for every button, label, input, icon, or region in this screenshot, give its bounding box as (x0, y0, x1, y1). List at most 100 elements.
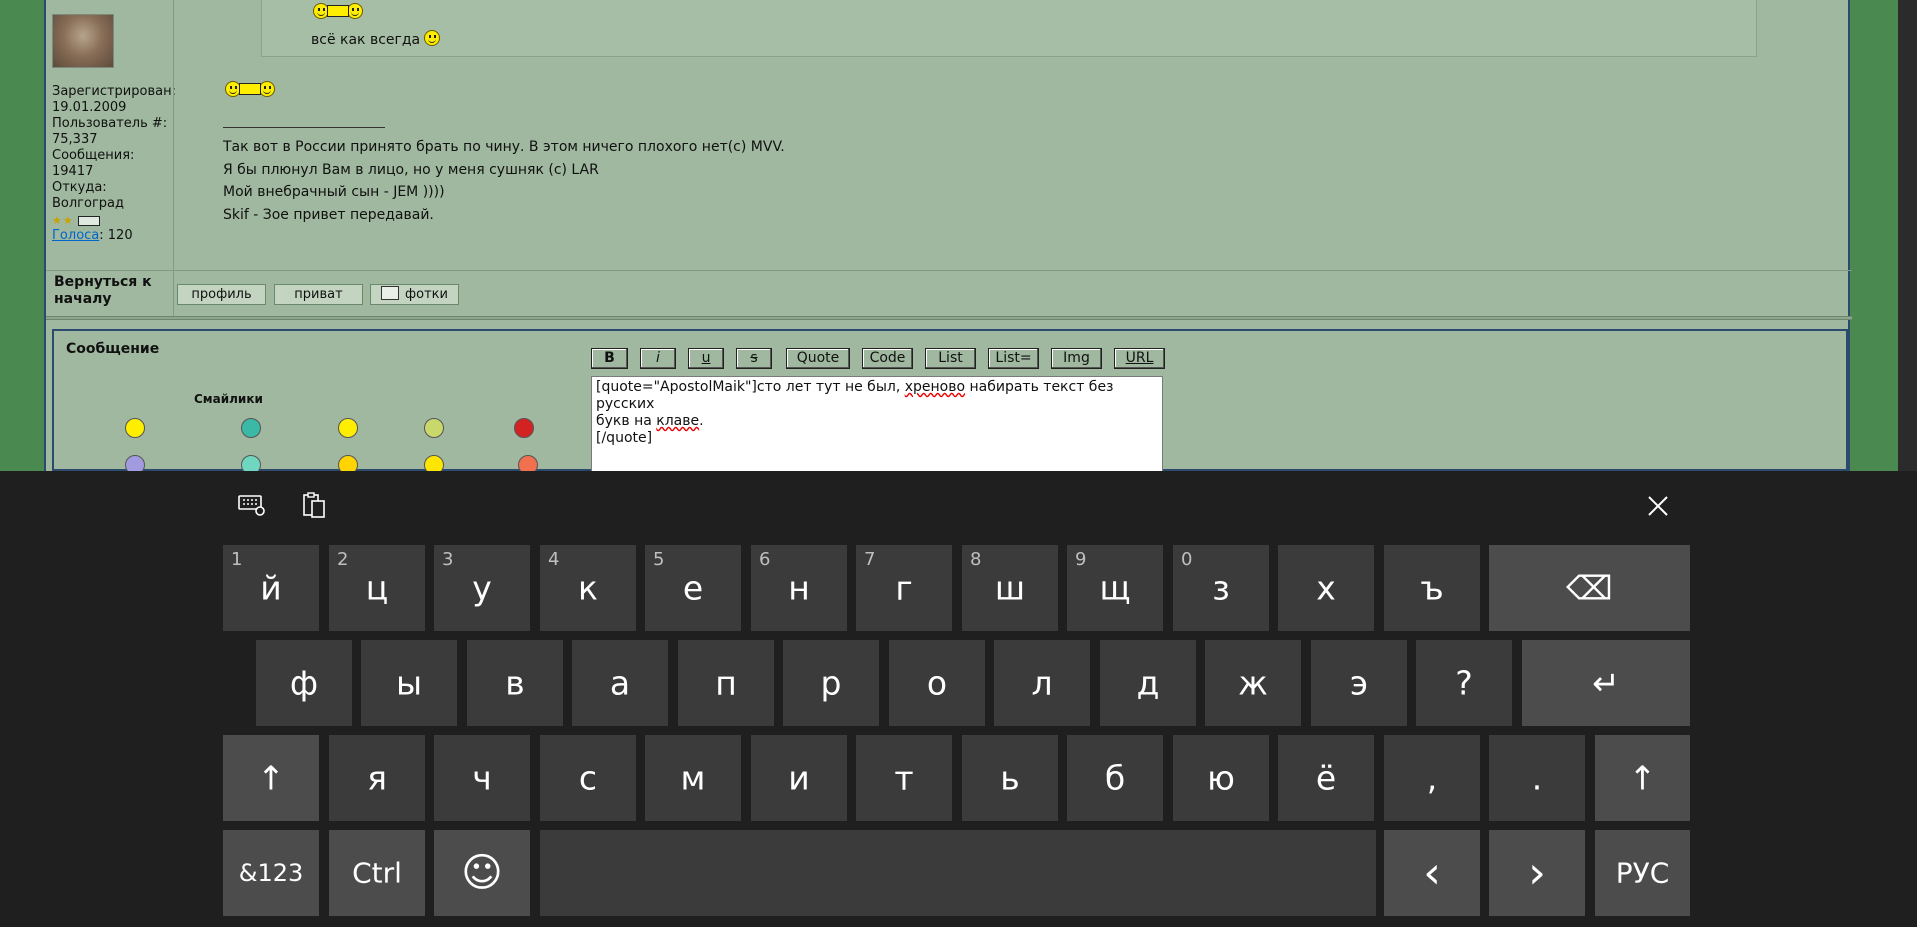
key-р[interactable]: р (783, 640, 879, 726)
key-period[interactable]: . (1489, 735, 1585, 821)
key-с[interactable]: с (540, 735, 636, 821)
photos-button-label: фотки (405, 287, 448, 302)
url-button[interactable]: URL (1114, 348, 1165, 369)
key-е[interactable]: 5е (645, 545, 741, 631)
left-arrow-key[interactable]: ‹ (1384, 830, 1480, 916)
key-у[interactable]: 3у (434, 545, 530, 631)
shift-key-right[interactable]: ↑ (1595, 735, 1690, 821)
angry-smiley-icon[interactable] (514, 418, 534, 438)
key-т[interactable]: т (856, 735, 952, 821)
signature-line: Я бы плюнул Вам в лицо, но у меня сушняк… (223, 161, 599, 178)
close-icon[interactable] (1647, 495, 1669, 517)
quote-block (261, 0, 1757, 57)
key-х[interactable]: х (1278, 545, 1374, 631)
ordered-list-button[interactable]: List= (988, 348, 1039, 369)
emoji-key[interactable]: ☺ (434, 830, 530, 916)
forum-page: Зарегистрирован: 19.01.2009 Пользователь… (0, 0, 1917, 471)
private-message-button[interactable]: приват (274, 284, 363, 305)
surprised-smiley-icon[interactable] (125, 455, 145, 471)
symbols-key[interactable]: &123 (223, 830, 319, 916)
chevron-left-icon: ‹ (1423, 847, 1441, 899)
smiley-icon[interactable] (125, 418, 145, 438)
key-ъ[interactable]: ъ (1384, 545, 1480, 631)
key-щ[interactable]: 9щ (1067, 545, 1163, 631)
right-arrow-key[interactable]: › (1489, 830, 1585, 916)
key-э[interactable]: э (1311, 640, 1407, 726)
key-о[interactable]: о (889, 640, 985, 726)
key-ш[interactable]: 8ш (962, 545, 1058, 631)
grin-smiley-icon[interactable] (241, 418, 261, 438)
text-segment: . (699, 413, 704, 429)
key-й[interactable]: 1й (223, 545, 319, 631)
cool-smiley-icon[interactable] (338, 455, 358, 471)
key-label: с (578, 758, 598, 798)
key-м[interactable]: м (645, 735, 741, 821)
key-question[interactable]: ? (1416, 640, 1512, 726)
key-б[interactable]: б (1067, 735, 1163, 821)
backspace-icon: ⌫ (1566, 568, 1613, 608)
language-key[interactable]: РУС (1595, 830, 1690, 916)
list-button[interactable]: List (925, 348, 976, 369)
key-comma[interactable]: , (1384, 735, 1480, 821)
key-з[interactable]: 0з (1173, 545, 1269, 631)
code-button[interactable]: Code (862, 348, 913, 369)
key-ф[interactable]: ф (256, 640, 352, 726)
key-и[interactable]: и (751, 735, 847, 821)
key-д[interactable]: д (1100, 640, 1196, 726)
page-scrollbar[interactable] (1898, 0, 1917, 471)
user-number-label: Пользователь #: (52, 116, 168, 131)
quote-button[interactable]: Quote (786, 348, 850, 369)
photos-button[interactable]: фотки (370, 284, 459, 305)
key-label: х (1316, 568, 1336, 608)
wink-smiley-icon[interactable] (424, 455, 444, 471)
key-ы[interactable]: ы (361, 640, 457, 726)
clipboard-icon[interactable] (302, 491, 326, 519)
key-ю[interactable]: ю (1173, 735, 1269, 821)
key-label: ц (365, 568, 389, 608)
key-а[interactable]: а (572, 640, 668, 726)
italic-button[interactable]: i (640, 348, 676, 369)
key-к[interactable]: 4к (540, 545, 636, 631)
votes-link[interactable]: Голоса (52, 228, 99, 243)
smile-smiley-icon[interactable] (338, 418, 358, 438)
enter-key[interactable]: ↵ (1522, 640, 1690, 726)
profile-button[interactable]: профиль (177, 284, 266, 305)
messages-value: 19417 (52, 164, 94, 179)
key-label: у (472, 568, 492, 608)
key-label: и (788, 758, 810, 798)
key-в[interactable]: в (467, 640, 563, 726)
key-label: о (926, 663, 948, 703)
key-л[interactable]: л (994, 640, 1090, 726)
key-number-hint: 3 (442, 549, 454, 570)
key-я[interactable]: я (329, 735, 425, 821)
smiley-icon (424, 30, 441, 46)
key-label: ь (1000, 758, 1020, 798)
key-ж[interactable]: ж (1205, 640, 1301, 726)
key-label: ы (395, 663, 423, 703)
backspace-key[interactable]: ⌫ (1489, 545, 1690, 631)
ctrl-key[interactable]: Ctrl (329, 830, 425, 916)
key-ё[interactable]: ё (1278, 735, 1374, 821)
signature-divider (223, 127, 385, 128)
keyboard-settings-icon[interactable] (238, 493, 266, 517)
space-key[interactable] (540, 830, 1376, 916)
underline-button[interactable]: u (688, 348, 724, 369)
key-н[interactable]: 6н (751, 545, 847, 631)
message-textarea[interactable]: [quote="ApostolMaik"]сто лет тут не был,… (591, 376, 1163, 471)
confused-smiley-icon[interactable] (241, 455, 261, 471)
enter-icon: ↵ (1592, 663, 1620, 703)
left-rail (0, 0, 44, 471)
blush-smiley-icon[interactable] (518, 455, 538, 471)
key-п[interactable]: п (678, 640, 774, 726)
key-number-hint: 1 (231, 549, 243, 570)
key-ц[interactable]: 2ц (329, 545, 425, 631)
key-ч[interactable]: ч (434, 735, 530, 821)
key-г[interactable]: 7г (856, 545, 952, 631)
image-button[interactable]: Img (1051, 348, 1102, 369)
key-ь[interactable]: ь (962, 735, 1058, 821)
strike-button[interactable]: s (736, 348, 772, 369)
glasses-smiley-icon[interactable] (424, 418, 444, 438)
shift-key-left[interactable]: ↑ (223, 735, 319, 821)
bold-button[interactable]: B (591, 348, 628, 369)
avatar[interactable] (52, 14, 114, 68)
